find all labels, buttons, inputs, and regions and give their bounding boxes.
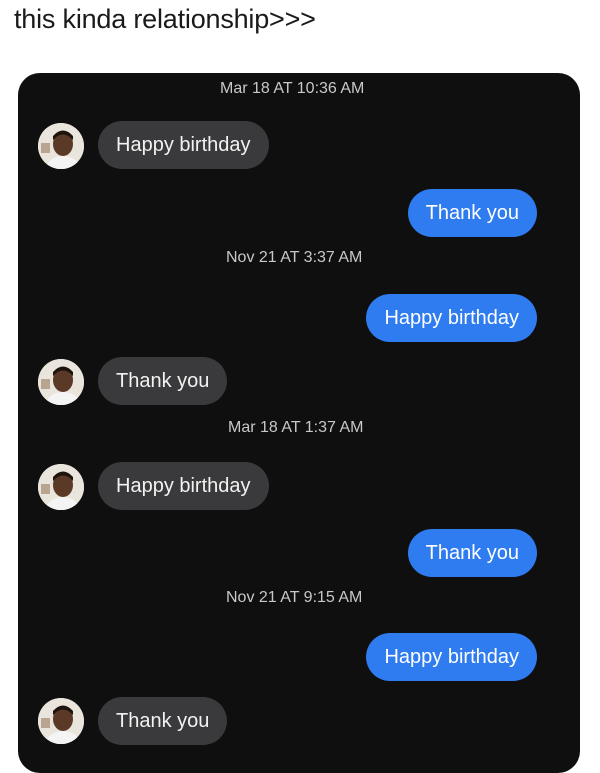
received-message-bubble[interactable]: Thank you: [98, 357, 228, 405]
sent-message-bubble[interactable]: Happy birthday: [366, 633, 537, 681]
timestamp: Nov 21 AT 3:37 AM: [226, 249, 363, 266]
timestamp: Mar 18 AT 10:36 AM: [220, 80, 365, 97]
contact-avatar-icon[interactable]: [38, 698, 84, 744]
received-message-bubble[interactable]: Happy birthday: [98, 462, 269, 510]
contact-avatar-icon[interactable]: [38, 359, 84, 405]
received-message-bubble[interactable]: Thank you: [98, 697, 228, 745]
timestamp: Nov 21 AT 9:15 AM: [226, 589, 363, 606]
sent-message-bubble[interactable]: Happy birthday: [366, 294, 537, 342]
sent-message-bubble[interactable]: Thank you: [407, 529, 537, 577]
contact-avatar-icon[interactable]: [38, 123, 84, 169]
post-caption: this kinda relationship>>>: [14, 4, 316, 34]
timestamp: Mar 18 AT 1:37 AM: [228, 419, 364, 436]
sent-message-bubble[interactable]: Thank you: [407, 189, 537, 237]
received-message-bubble[interactable]: Happy birthday: [98, 121, 269, 169]
contact-avatar-icon[interactable]: [38, 464, 84, 510]
chat-thread[interactable]: Mar 18 AT 10:36 AM Happy birthday Thank …: [18, 73, 580, 773]
